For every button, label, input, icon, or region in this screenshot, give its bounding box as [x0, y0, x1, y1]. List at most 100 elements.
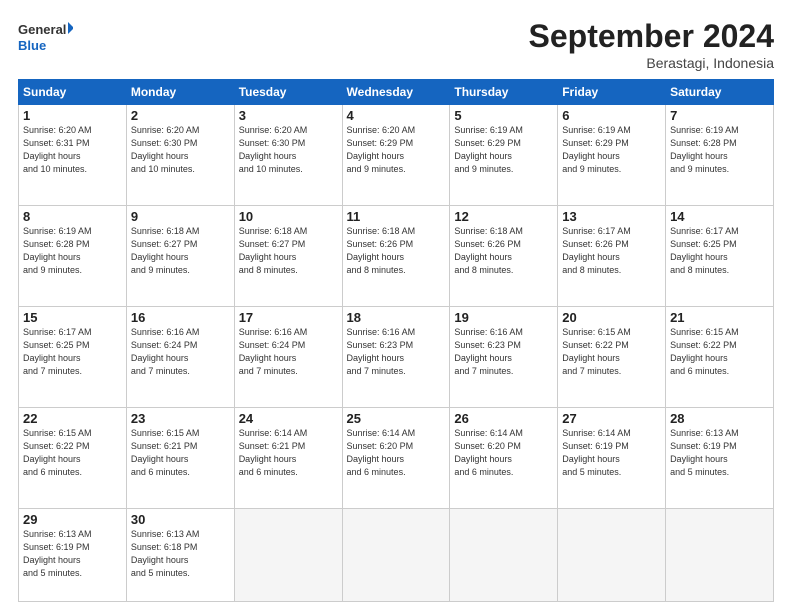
logo: General Blue	[18, 18, 73, 56]
table-row: 26 Sunrise: 6:14 AM Sunset: 6:20 PM Dayl…	[450, 408, 558, 509]
calendar-header-row: Sunday Monday Tuesday Wednesday Thursday…	[19, 80, 774, 105]
table-row: 7 Sunrise: 6:19 AM Sunset: 6:28 PM Dayli…	[666, 105, 774, 206]
table-row: 24 Sunrise: 6:14 AM Sunset: 6:21 PM Dayl…	[234, 408, 342, 509]
day-number: 18	[347, 310, 446, 325]
svg-text:General: General	[18, 22, 66, 37]
day-number: 12	[454, 209, 553, 224]
day-number: 24	[239, 411, 338, 426]
table-row	[558, 509, 666, 602]
table-row: 8 Sunrise: 6:19 AM Sunset: 6:28 PM Dayli…	[19, 206, 127, 307]
day-info: Sunrise: 6:13 AM Sunset: 6:19 PM Dayligh…	[670, 427, 769, 479]
day-info: Sunrise: 6:17 AM Sunset: 6:26 PM Dayligh…	[562, 225, 661, 277]
day-number: 10	[239, 209, 338, 224]
table-row: 11 Sunrise: 6:18 AM Sunset: 6:26 PM Dayl…	[342, 206, 450, 307]
month-title: September 2024	[529, 18, 774, 55]
day-info: Sunrise: 6:14 AM Sunset: 6:20 PM Dayligh…	[347, 427, 446, 479]
day-number: 20	[562, 310, 661, 325]
day-number: 4	[347, 108, 446, 123]
day-info: Sunrise: 6:16 AM Sunset: 6:24 PM Dayligh…	[131, 326, 230, 378]
col-sunday: Sunday	[19, 80, 127, 105]
day-info: Sunrise: 6:20 AM Sunset: 6:31 PM Dayligh…	[23, 124, 122, 176]
table-row: 15 Sunrise: 6:17 AM Sunset: 6:25 PM Dayl…	[19, 307, 127, 408]
day-info: Sunrise: 6:19 AM Sunset: 6:28 PM Dayligh…	[23, 225, 122, 277]
table-row: 21 Sunrise: 6:15 AM Sunset: 6:22 PM Dayl…	[666, 307, 774, 408]
day-number: 29	[23, 512, 122, 527]
day-info: Sunrise: 6:14 AM Sunset: 6:21 PM Dayligh…	[239, 427, 338, 479]
day-number: 22	[23, 411, 122, 426]
header: General Blue September 2024 Berastagi, I…	[18, 18, 774, 71]
day-number: 5	[454, 108, 553, 123]
day-number: 14	[670, 209, 769, 224]
table-row: 28 Sunrise: 6:13 AM Sunset: 6:19 PM Dayl…	[666, 408, 774, 509]
table-row: 23 Sunrise: 6:15 AM Sunset: 6:21 PM Dayl…	[126, 408, 234, 509]
day-number: 15	[23, 310, 122, 325]
logo-svg: General Blue	[18, 18, 73, 56]
day-number: 26	[454, 411, 553, 426]
day-number: 3	[239, 108, 338, 123]
table-row: 18 Sunrise: 6:16 AM Sunset: 6:23 PM Dayl…	[342, 307, 450, 408]
day-number: 8	[23, 209, 122, 224]
table-row: 13 Sunrise: 6:17 AM Sunset: 6:26 PM Dayl…	[558, 206, 666, 307]
day-info: Sunrise: 6:15 AM Sunset: 6:22 PM Dayligh…	[670, 326, 769, 378]
day-number: 9	[131, 209, 230, 224]
table-row: 29 Sunrise: 6:13 AM Sunset: 6:19 PM Dayl…	[19, 509, 127, 602]
day-info: Sunrise: 6:20 AM Sunset: 6:30 PM Dayligh…	[131, 124, 230, 176]
svg-text:Blue: Blue	[18, 38, 46, 53]
day-info: Sunrise: 6:15 AM Sunset: 6:21 PM Dayligh…	[131, 427, 230, 479]
day-info: Sunrise: 6:13 AM Sunset: 6:18 PM Dayligh…	[131, 528, 230, 580]
col-wednesday: Wednesday	[342, 80, 450, 105]
day-number: 17	[239, 310, 338, 325]
day-info: Sunrise: 6:18 AM Sunset: 6:26 PM Dayligh…	[347, 225, 446, 277]
day-number: 25	[347, 411, 446, 426]
day-number: 1	[23, 108, 122, 123]
day-number: 11	[347, 209, 446, 224]
table-row: 12 Sunrise: 6:18 AM Sunset: 6:26 PM Dayl…	[450, 206, 558, 307]
day-number: 30	[131, 512, 230, 527]
col-tuesday: Tuesday	[234, 80, 342, 105]
col-monday: Monday	[126, 80, 234, 105]
day-info: Sunrise: 6:14 AM Sunset: 6:20 PM Dayligh…	[454, 427, 553, 479]
col-thursday: Thursday	[450, 80, 558, 105]
day-info: Sunrise: 6:20 AM Sunset: 6:30 PM Dayligh…	[239, 124, 338, 176]
table-row: 30 Sunrise: 6:13 AM Sunset: 6:18 PM Dayl…	[126, 509, 234, 602]
day-number: 19	[454, 310, 553, 325]
day-info: Sunrise: 6:18 AM Sunset: 6:27 PM Dayligh…	[239, 225, 338, 277]
day-info: Sunrise: 6:17 AM Sunset: 6:25 PM Dayligh…	[670, 225, 769, 277]
table-row: 3 Sunrise: 6:20 AM Sunset: 6:30 PM Dayli…	[234, 105, 342, 206]
day-info: Sunrise: 6:19 AM Sunset: 6:29 PM Dayligh…	[454, 124, 553, 176]
table-row: 25 Sunrise: 6:14 AM Sunset: 6:20 PM Dayl…	[342, 408, 450, 509]
day-info: Sunrise: 6:16 AM Sunset: 6:24 PM Dayligh…	[239, 326, 338, 378]
day-number: 16	[131, 310, 230, 325]
day-number: 28	[670, 411, 769, 426]
table-row: 22 Sunrise: 6:15 AM Sunset: 6:22 PM Dayl…	[19, 408, 127, 509]
day-number: 27	[562, 411, 661, 426]
table-row: 10 Sunrise: 6:18 AM Sunset: 6:27 PM Dayl…	[234, 206, 342, 307]
day-number: 6	[562, 108, 661, 123]
table-row: 17 Sunrise: 6:16 AM Sunset: 6:24 PM Dayl…	[234, 307, 342, 408]
day-info: Sunrise: 6:15 AM Sunset: 6:22 PM Dayligh…	[23, 427, 122, 479]
table-row	[342, 509, 450, 602]
day-info: Sunrise: 6:19 AM Sunset: 6:29 PM Dayligh…	[562, 124, 661, 176]
day-info: Sunrise: 6:15 AM Sunset: 6:22 PM Dayligh…	[562, 326, 661, 378]
location-subtitle: Berastagi, Indonesia	[529, 55, 774, 71]
table-row: 1 Sunrise: 6:20 AM Sunset: 6:31 PM Dayli…	[19, 105, 127, 206]
day-info: Sunrise: 6:19 AM Sunset: 6:28 PM Dayligh…	[670, 124, 769, 176]
day-info: Sunrise: 6:14 AM Sunset: 6:19 PM Dayligh…	[562, 427, 661, 479]
table-row	[234, 509, 342, 602]
day-info: Sunrise: 6:18 AM Sunset: 6:27 PM Dayligh…	[131, 225, 230, 277]
table-row	[450, 509, 558, 602]
col-saturday: Saturday	[666, 80, 774, 105]
day-number: 21	[670, 310, 769, 325]
table-row: 9 Sunrise: 6:18 AM Sunset: 6:27 PM Dayli…	[126, 206, 234, 307]
day-number: 23	[131, 411, 230, 426]
table-row: 5 Sunrise: 6:19 AM Sunset: 6:29 PM Dayli…	[450, 105, 558, 206]
day-number: 2	[131, 108, 230, 123]
col-friday: Friday	[558, 80, 666, 105]
day-info: Sunrise: 6:17 AM Sunset: 6:25 PM Dayligh…	[23, 326, 122, 378]
table-row: 27 Sunrise: 6:14 AM Sunset: 6:19 PM Dayl…	[558, 408, 666, 509]
table-row: 2 Sunrise: 6:20 AM Sunset: 6:30 PM Dayli…	[126, 105, 234, 206]
page: General Blue September 2024 Berastagi, I…	[0, 0, 792, 612]
title-block: September 2024 Berastagi, Indonesia	[529, 18, 774, 71]
table-row: 20 Sunrise: 6:15 AM Sunset: 6:22 PM Dayl…	[558, 307, 666, 408]
day-info: Sunrise: 6:20 AM Sunset: 6:29 PM Dayligh…	[347, 124, 446, 176]
